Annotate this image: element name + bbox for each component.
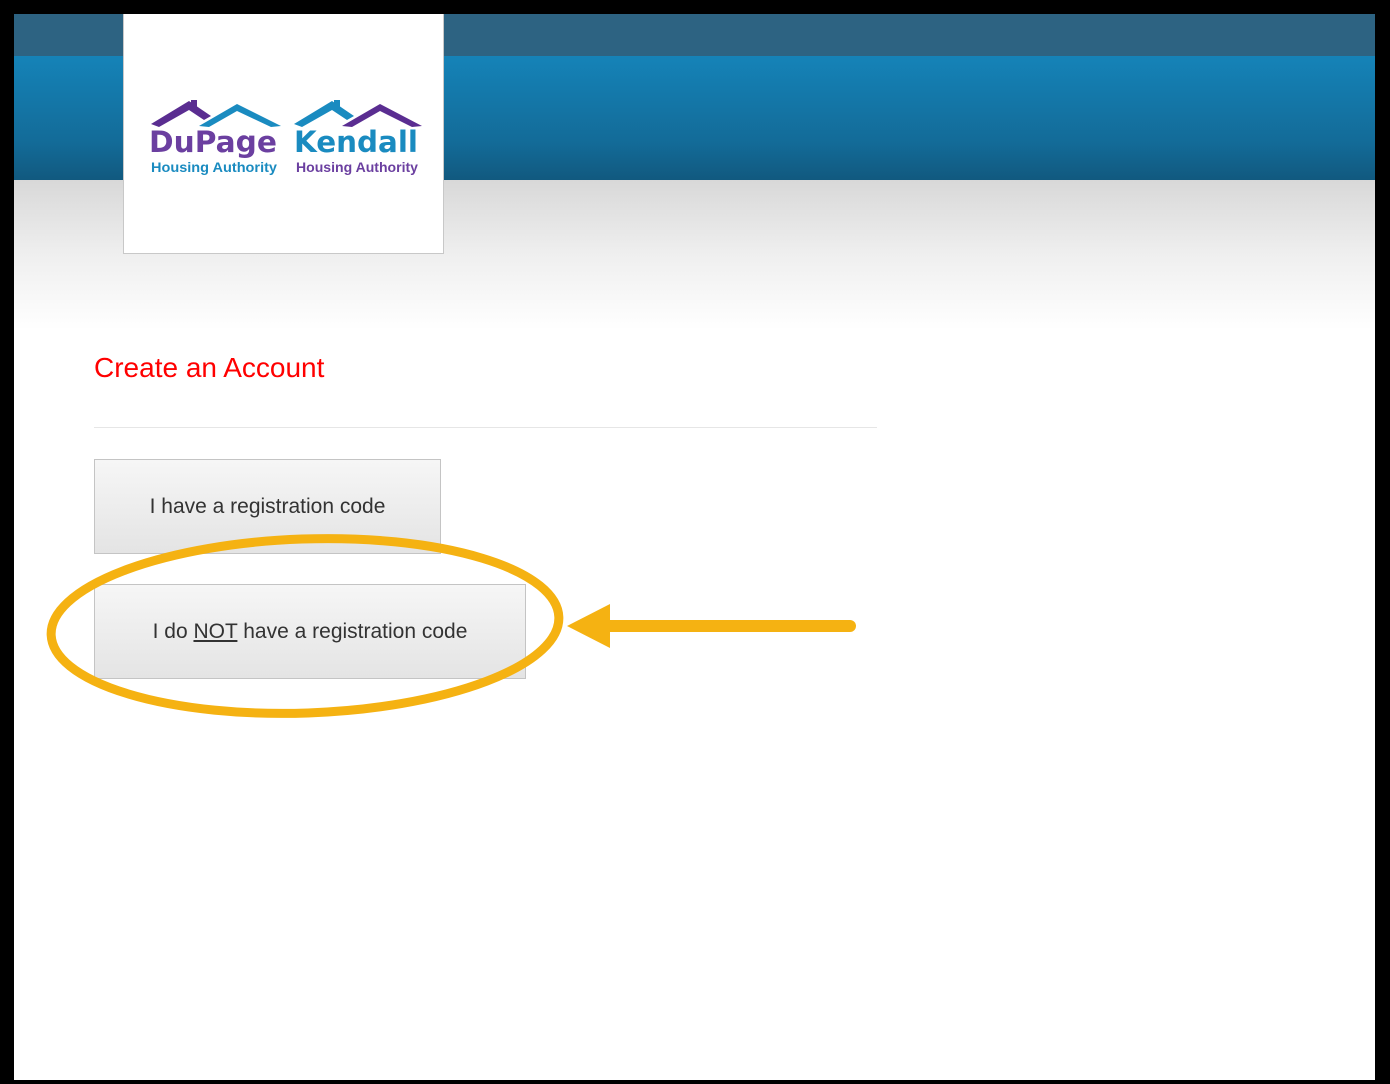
dupage-house-roof-icon [151, 100, 281, 127]
kendall-subtitle: Housing Authority [296, 159, 418, 175]
dupage-subtitle: Housing Authority [151, 159, 277, 175]
divider [94, 427, 877, 428]
dupage-name: DuPage [149, 125, 277, 159]
kendall-house-roof-icon [294, 100, 422, 127]
kendall-logo[interactable]: Kendall Housing Authority [294, 96, 422, 176]
no-registration-code-label: I do NOT have a registration code [152, 619, 468, 643]
dupage-logo[interactable]: DuPage Housing Authority [149, 96, 281, 176]
no-registration-code-button[interactable]: I do NOT have a registration code [94, 584, 526, 679]
logo-box[interactable]: DuPage Housing Authority Kendall Housing… [123, 14, 444, 254]
have-registration-code-label: I have a registration code [149, 494, 386, 518]
not-emphasis: NOT [193, 619, 238, 643]
have-registration-code-button[interactable]: I have a registration code [94, 459, 441, 554]
pointer-arrow [567, 604, 856, 648]
page-title: Create an Account [94, 352, 325, 383]
kendall-name: Kendall [294, 125, 418, 159]
page-frame: DuPage Housing Authority Kendall Housing… [14, 14, 1375, 1080]
